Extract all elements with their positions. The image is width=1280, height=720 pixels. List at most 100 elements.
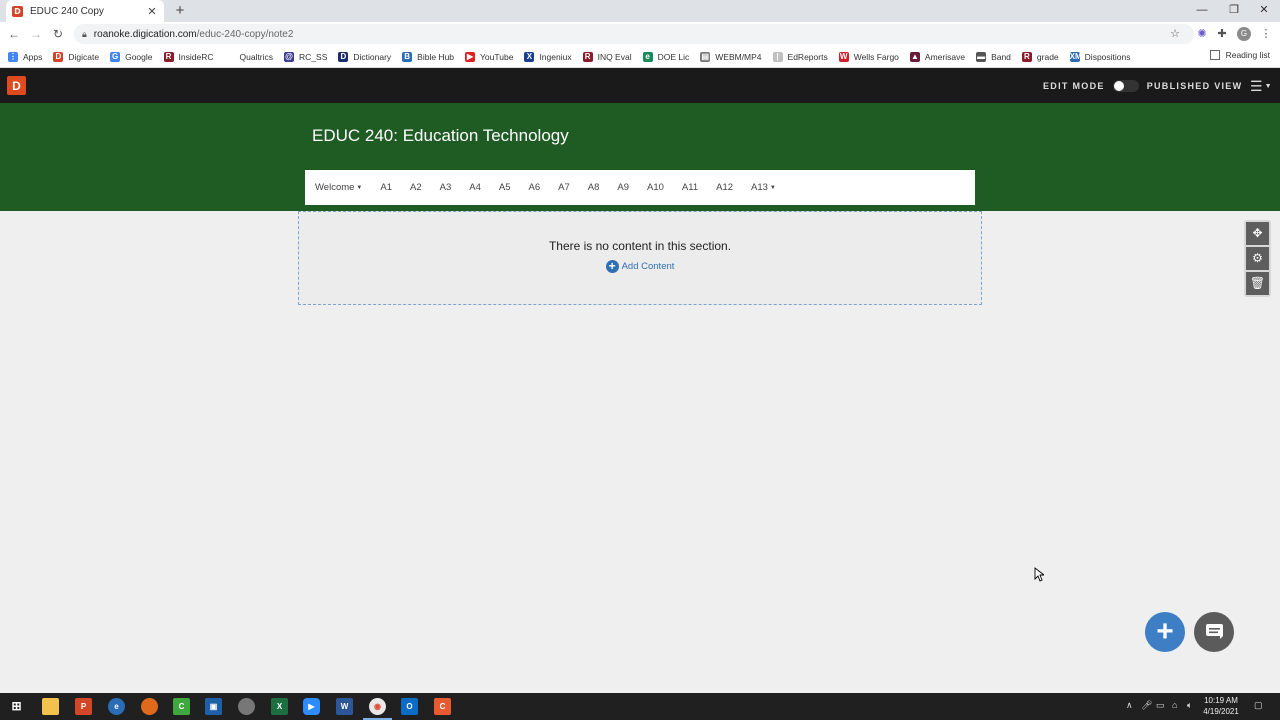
bookmark-item[interactable]: R INQ Eval [582,51,632,62]
bookmark-item[interactable]: e DOE Lic [642,51,689,62]
nav-item-a2[interactable]: A2 [410,182,422,193]
published-view-label[interactable]: PUBLISHED VIEW [1147,81,1243,91]
hamburger-menu-button[interactable]: ☰ ▼ [1250,78,1272,95]
bookmark-item[interactable]: D Digicate [53,51,100,62]
bookmark-item[interactable]: Qualtrics [224,51,274,62]
new-tab-button[interactable]: + [172,2,188,20]
nav-item-a7[interactable]: A7 [558,182,570,193]
tab-title: EDUC 240 Copy [30,5,104,17]
powerpoint-icon[interactable]: P [75,698,92,715]
nav-item-a5[interactable]: A5 [499,182,511,193]
snipping-icon[interactable] [238,698,255,715]
camtasia-icon[interactable]: C [173,698,190,715]
browser-tab[interactable]: D EDUC 240 Copy ✕ [6,0,164,22]
nav-item-label: A5 [498,182,511,193]
bookmarks-bar: ⋮ Apps D Digicate G Google R InsideRC Qualtrics @… [0,46,1280,68]
bookmark-item[interactable]: ▶ YouTube [465,51,514,62]
internet-icon[interactable]: e [108,698,125,715]
bookmark-item[interactable]: Rgrade [1021,51,1059,62]
close-window-button[interactable]: ✕ [1248,0,1280,22]
edit-mode-label[interactable]: EDIT MODE [1043,81,1105,91]
bookmark-item[interactable]: ▲ Amerisave [909,51,965,62]
bookmark-favicon-icon: B [402,51,413,62]
clock-time: 10:19 AM [1204,696,1238,705]
tray-chevron-icon[interactable]: ∧ [1126,700,1133,711]
nav-item-a12[interactable]: A12 [716,182,733,193]
excel-icon[interactable]: X [271,698,288,715]
digication-favicon-icon: D [12,5,23,17]
camtasia-recorder-icon[interactable]: C [434,698,451,715]
chrome-icon[interactable]: ◉ [363,698,392,720]
address-bar[interactable]: 🔒︎ roanoke.digication.com/educ-240-copy/… [74,24,1194,44]
bookmark-item[interactable]: | EdReports [772,51,828,62]
bookmark-label: Apps [23,51,43,62]
bookmark-item[interactable]: W Wells Fargo [838,51,899,62]
windows-start-icon[interactable]: ⊞ [8,698,25,715]
nav-item-label: A13 [751,182,768,193]
bookmark-item[interactable]: ⋮ Apps [8,51,43,62]
nav-item-a9[interactable]: A9 [617,182,629,193]
back-button[interactable]: ← [5,25,23,43]
bookmark-item[interactable]: R InsideRC [163,51,214,62]
bookmark-item[interactable]: B Bible Hub [402,51,454,62]
microphone-icon[interactable]: 🎤︎ [1141,700,1152,711]
bookmark-label: InsideRC [178,51,214,62]
nav-item-a11[interactable]: A11 [682,182,698,193]
floating-add-button[interactable]: + [1145,612,1185,652]
move-icon[interactable]: ✥ [1246,222,1269,245]
zoom-icon[interactable]: ▶ [303,698,320,715]
bookmark-label: Digicate [68,51,100,62]
outlook-icon[interactable]: O [401,698,418,715]
reading-list-button[interactable]: Reading list [1209,50,1270,60]
empty-section-message: There is no content in this section. [548,239,732,253]
mode-switch: EDIT MODE PUBLISHED VIEW [1043,80,1242,92]
bookmark-item[interactable]: ▬ Band [976,51,1011,62]
firefox-icon[interactable] [141,698,158,715]
digication-logo[interactable]: D [7,76,26,95]
battery-icon[interactable]: ▭ [1156,700,1165,711]
bookmark-favicon-icon: e [642,51,653,62]
minimize-button[interactable]: — [1186,0,1218,22]
bookmark-item[interactable]: ▤ WEBM/MP4 [700,51,762,62]
chevron-down-icon: ▼ [1264,83,1272,90]
browser-menu-icon[interactable]: ⋮ [1258,26,1274,42]
nav-item-a10[interactable]: A10 [647,182,664,193]
profile-avatar[interactable]: G [1237,27,1251,41]
notifications-icon[interactable]: ▢ [1254,700,1263,711]
bookmark-item[interactable]: @ RC_SS [284,51,327,62]
bookmark-item[interactable]: X Ingeniux [524,51,572,62]
extensions-puzzle-icon[interactable]: ✚ [1214,26,1230,42]
nav-item-a4[interactable]: A4 [469,182,481,193]
word-icon[interactable]: W [336,698,353,715]
nav-item-a13[interactable]: A13 ▼ [751,182,776,193]
bookmark-item[interactable]: G Google [110,51,153,62]
bookmark-favicon-icon: R [582,51,593,62]
bookmark-item[interactable]: XM Dispositions [1069,51,1131,62]
restore-button[interactable]: ❐ [1218,0,1250,22]
file-explorer-icon[interactable] [42,698,59,715]
system-clock[interactable]: 10:19 AM 4/19/2021 [1198,695,1244,717]
outlook-calendar-icon[interactable]: ▣ [205,698,222,715]
add-content-button[interactable]: + Add Content [299,260,981,273]
bookmark-label: Wells Fargo [853,51,899,62]
bookmark-item[interactable]: D Dictionary [338,51,391,62]
mode-toggle[interactable] [1112,80,1139,92]
nav-item-a1[interactable]: A1 [380,182,392,193]
settings-gear-icon[interactable]: ⚙ [1246,247,1269,270]
bookmark-star-icon[interactable]: ☆ [1167,26,1183,42]
nav-item-a3[interactable]: A3 [440,182,452,193]
tab-close-icon[interactable]: ✕ [146,5,158,18]
nav-item-label: A11 [681,182,699,193]
bookmark-label: Qualtrics [239,51,274,62]
volume-icon[interactable]: 🔈︎ [1187,700,1192,711]
delete-trash-icon[interactable]: 🗑︎ [1246,272,1269,295]
reload-button[interactable]: ↻ [49,25,67,43]
nav-item-a6[interactable]: A6 [529,182,541,193]
chat-button[interactable] [1194,612,1234,652]
nav-item-a8[interactable]: A8 [588,182,600,193]
bookmark-label: YouTube [480,51,514,62]
nav-item-welcome[interactable]: Welcome ▼ [315,182,362,193]
extension-gear-icon[interactable]: ✺ [1194,26,1210,42]
forward-button[interactable]: → [27,25,45,43]
network-icon[interactable]: ⌂ [1172,700,1177,710]
